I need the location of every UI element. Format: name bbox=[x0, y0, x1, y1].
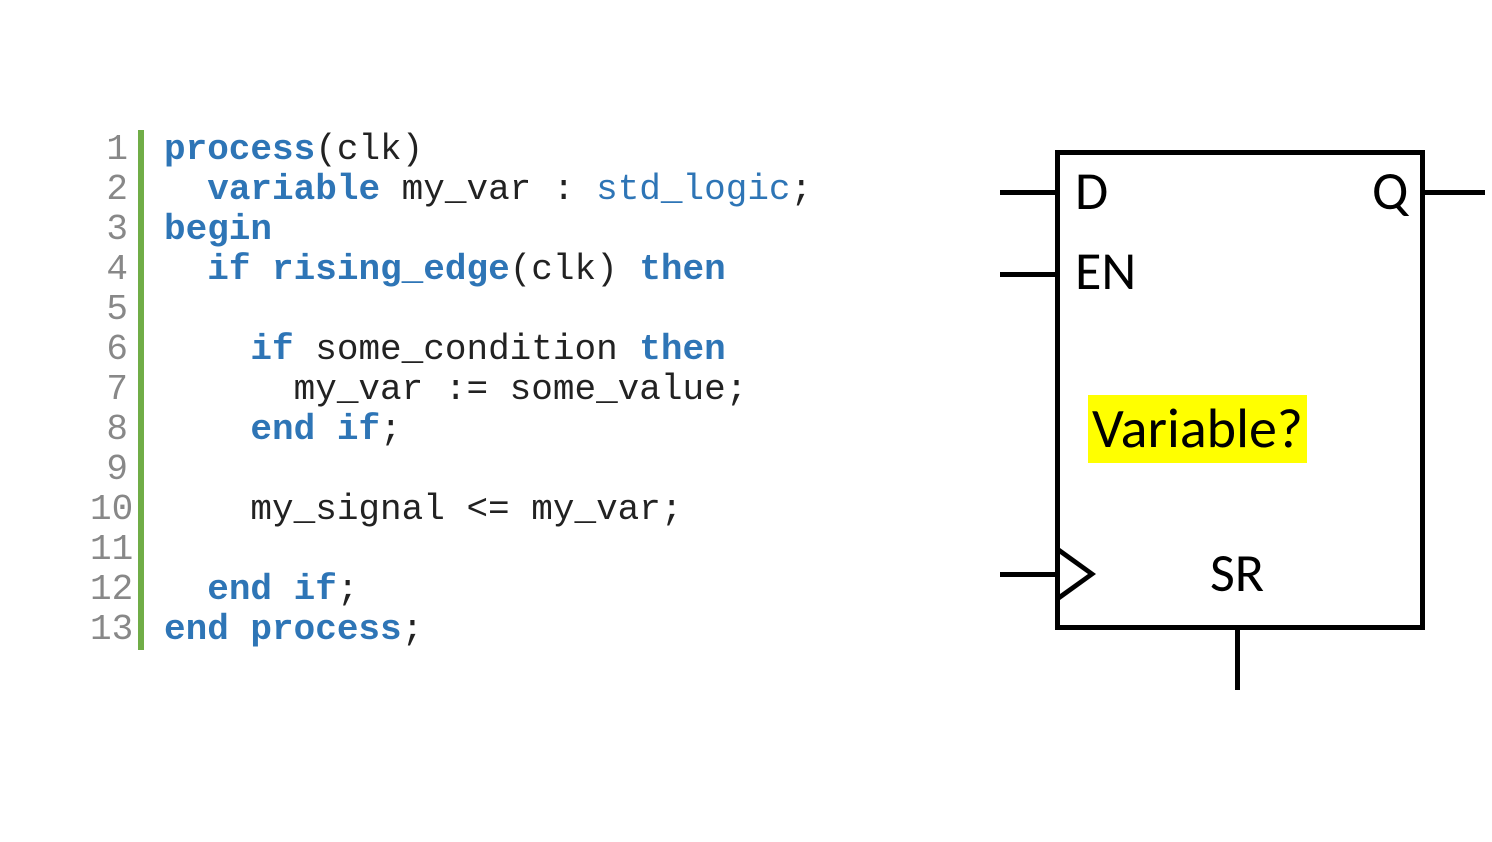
code-line: 13 end process; bbox=[90, 610, 812, 650]
gutter-bar bbox=[138, 290, 144, 330]
line-number: 13 bbox=[90, 610, 138, 650]
code-text: end process; bbox=[164, 610, 423, 650]
code-text: end if; bbox=[164, 570, 358, 610]
code-text: process(clk) bbox=[164, 130, 423, 170]
code-text: begin bbox=[164, 210, 272, 250]
line-number: 8 bbox=[90, 410, 138, 450]
gutter-bar bbox=[138, 450, 144, 490]
sr-wire bbox=[1235, 630, 1240, 690]
en-wire bbox=[1000, 272, 1055, 277]
gutter-bar bbox=[138, 130, 144, 170]
code-line: 10 my_signal <= my_var; bbox=[90, 490, 812, 530]
line-number: 10 bbox=[90, 490, 138, 530]
code-line: 4 if rising_edge(clk) then bbox=[90, 250, 812, 290]
gutter-bar bbox=[138, 170, 144, 210]
en-port-label: EN bbox=[1075, 238, 1136, 304]
code-line: 6 if some_condition then bbox=[90, 330, 812, 370]
code-line: 5 bbox=[90, 290, 812, 330]
code-line: 8 end if; bbox=[90, 410, 812, 450]
code-text: my_var := some_value; bbox=[164, 370, 747, 410]
gutter-bar bbox=[138, 490, 144, 530]
line-number: 7 bbox=[90, 370, 138, 410]
line-number: 5 bbox=[90, 290, 138, 330]
line-number: 9 bbox=[90, 450, 138, 490]
gutter-bar bbox=[138, 570, 144, 610]
code-line: 9 bbox=[90, 450, 812, 490]
line-number: 11 bbox=[90, 530, 138, 570]
line-number: 4 bbox=[90, 250, 138, 290]
code-block: 1process(clk)2 variable my_var : std_log… bbox=[90, 130, 812, 650]
gutter-bar bbox=[138, 250, 144, 290]
clock-edge-icon bbox=[1060, 548, 1096, 600]
code-text: my_signal <= my_var; bbox=[164, 490, 682, 530]
code-text: variable my_var : std_logic; bbox=[164, 170, 812, 210]
code-line: 11 bbox=[90, 530, 812, 570]
code-text: end if; bbox=[164, 410, 402, 450]
gutter-bar bbox=[138, 210, 144, 250]
d-wire bbox=[1000, 190, 1055, 195]
gutter-bar bbox=[138, 610, 144, 650]
clk-wire bbox=[1000, 572, 1055, 577]
gutter-bar bbox=[138, 370, 144, 410]
code-line: 1 process(clk) bbox=[90, 130, 812, 170]
line-number: 2 bbox=[90, 170, 138, 210]
line-number: 6 bbox=[90, 330, 138, 370]
code-text: if rising_edge(clk) then bbox=[164, 250, 726, 290]
code-line: 7 my_var := some_value; bbox=[90, 370, 812, 410]
q-wire bbox=[1425, 190, 1485, 195]
code-line: 12 end if; bbox=[90, 570, 812, 610]
code-line: 2 variable my_var : std_logic; bbox=[90, 170, 812, 210]
variable-annotation: Variable? bbox=[1088, 395, 1307, 463]
code-line: 3 begin bbox=[90, 210, 812, 250]
gutter-bar bbox=[138, 530, 144, 570]
d-port-label: D bbox=[1075, 158, 1108, 224]
q-port-label: Q bbox=[1372, 158, 1408, 224]
line-number: 12 bbox=[90, 570, 138, 610]
gutter-bar bbox=[138, 410, 144, 450]
line-number: 3 bbox=[90, 210, 138, 250]
gutter-bar bbox=[138, 330, 144, 370]
sr-port-label: SR bbox=[1210, 540, 1264, 606]
line-number: 1 bbox=[90, 130, 138, 170]
code-text: if some_condition then bbox=[164, 330, 726, 370]
